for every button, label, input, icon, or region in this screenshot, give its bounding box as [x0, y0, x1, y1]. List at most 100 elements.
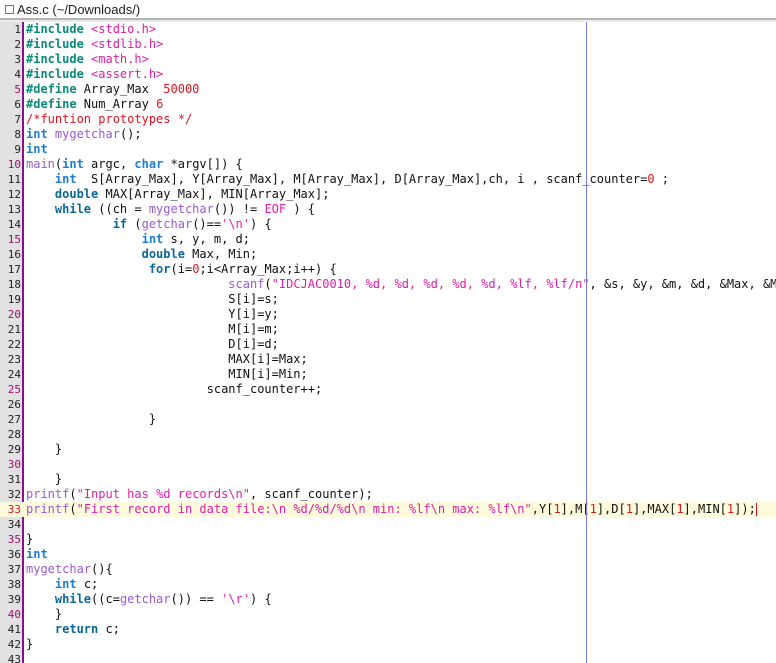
code-line[interactable]: 24 MIN[i]=Min;	[0, 367, 776, 382]
code-line[interactable]: 12 double MAX[Array_Max], MIN[Array_Max]…	[0, 187, 776, 202]
code-line[interactable]: 22 D[i]=d;	[0, 337, 776, 352]
code-line[interactable]: 7 /*funtion prototypes */	[0, 112, 776, 127]
code-text: scanf("IDCJAC0010, %d, %d, %d, %d, %d, %…	[26, 277, 776, 292]
code-token: double	[54, 187, 99, 201]
code-line[interactable]: 32 printf("Input has %d records\n", scanf…	[0, 487, 776, 502]
code-line[interactable]: 15 int s, y, m, d;	[0, 232, 776, 247]
code-line[interactable]: 38 int c;	[0, 577, 776, 592]
code-line[interactable]: 10 main(int argc, char *argv[]) {	[0, 157, 776, 172]
code-line[interactable]: 30	[0, 457, 776, 472]
code-token: (	[264, 277, 272, 291]
code-token: M[i]=m;	[26, 322, 279, 336]
code-token: s, y, m, d;	[163, 232, 250, 246]
code-line[interactable]: 17 for(i=0;i<Array_Max;i++) {	[0, 262, 776, 277]
code-text: mygetchar(){	[26, 562, 113, 577]
code-text: int s, y, m, d;	[26, 232, 250, 247]
code-editor[interactable]: 1 #include <stdio.h> 2 #include <stdlib.h> 3…	[0, 22, 776, 663]
code-token: int	[141, 232, 164, 246]
line-number: 8	[14, 128, 21, 141]
code-token: return	[54, 622, 99, 636]
code-token: "Input has %d records\n"	[76, 487, 250, 501]
code-token: ()==	[192, 217, 222, 231]
code-text: int	[26, 547, 48, 562]
code-line[interactable]: 29 }	[0, 442, 776, 457]
code-line[interactable]: 20 Y[i]=y;	[0, 307, 776, 322]
line-number: 12	[7, 188, 21, 201]
code-text: for(i=0;i<Array_Max;i++) {	[26, 262, 337, 277]
code-line[interactable]: 6 #define Num_Array 6	[0, 97, 776, 112]
code-line[interactable]: 25 scanf_counter++;	[0, 382, 776, 397]
code-line[interactable]: 43	[0, 652, 776, 663]
code-line[interactable]: 13 while ((ch = mygetchar()) != EOF ) {	[0, 202, 776, 217]
code-line[interactable]: 4 #include <assert.h>	[0, 67, 776, 82]
code-token: int	[62, 157, 84, 171]
code-text: #include <assert.h>	[26, 67, 163, 82]
line-number: 17	[7, 263, 21, 276]
line-number: 31	[7, 473, 21, 486]
code-token: (){	[91, 562, 113, 576]
code-text: }	[26, 637, 33, 652]
code-line[interactable]: 11 int S[Array_Max], Y[Array_Max], M[Arr…	[0, 172, 776, 187]
code-text: main(int argc, char *argv[]) {	[26, 157, 243, 172]
code-line[interactable]: 8 int mygetchar();	[0, 127, 776, 142]
code-line[interactable]: 42}	[0, 637, 776, 652]
code-line[interactable]: 9 int	[0, 142, 776, 157]
code-line[interactable]: 28	[0, 427, 776, 442]
code-token: char	[134, 157, 164, 171]
line-number: 30	[7, 458, 21, 471]
code-line[interactable]: 1 #include <stdio.h>	[0, 22, 776, 37]
code-line[interactable]: 33 printf("First record in data file:\n %…	[0, 502, 776, 517]
file-checkbox-icon[interactable]	[5, 4, 14, 14]
line-number: 21	[7, 323, 21, 336]
code-token: Max, Min;	[184, 247, 258, 261]
line-number: 40	[7, 608, 21, 621]
code-token: '\n'	[221, 217, 250, 231]
code-line[interactable]: 41 return c;	[0, 622, 776, 637]
code-text: int S[Array_Max], Y[Array_Max], M[Array_…	[26, 172, 669, 187]
line-number: 16	[7, 248, 21, 261]
code-token: int	[54, 172, 77, 186]
code-token: EOF	[264, 202, 287, 216]
code-token: int	[26, 127, 48, 141]
code-line[interactable]: 18 scanf("IDCJAC0010, %d, %d, %d, %d, %d…	[0, 277, 776, 292]
code-line[interactable]: 14 if (getchar()=='\n') {	[0, 217, 776, 232]
line-number: 26	[7, 398, 21, 411]
line-number: 36	[7, 548, 21, 561]
code-line[interactable]: 34	[0, 517, 776, 532]
code-line[interactable]: 31 }	[0, 472, 776, 487]
code-token: <assert.h>	[91, 67, 164, 81]
code-token: 50000	[163, 82, 200, 96]
line-number: 15	[7, 233, 21, 246]
code-line[interactable]: 5 #define Array_Max 50000	[0, 82, 776, 97]
code-text: }	[26, 442, 62, 457]
code-line[interactable]: 2 #include <stdlib.h>	[0, 37, 776, 52]
code-token: S[Array_Max], Y[Array_Max], M[Array_Max]…	[76, 172, 648, 186]
code-token: Num_Array	[76, 97, 157, 111]
code-token: }	[26, 442, 63, 456]
code-line[interactable]: 19 S[i]=s;	[0, 292, 776, 307]
code-line[interactable]: 40 }	[0, 607, 776, 622]
code-line[interactable]: 16 double Max, Min;	[0, 247, 776, 262]
line-number: 28	[7, 428, 21, 441]
code-line[interactable]: 23 MAX[i]=Max;	[0, 352, 776, 367]
code-line[interactable]: 3 #include <math.h>	[0, 52, 776, 67]
code-line[interactable]: 21 M[i]=m;	[0, 322, 776, 337]
code-line[interactable]: 27 }	[0, 412, 776, 427]
line-number: 42	[7, 638, 21, 651]
code-line[interactable]: 35}	[0, 532, 776, 547]
code-line[interactable]: 39 while((c=getchar()) == '\r') {	[0, 592, 776, 607]
code-line[interactable]: 37 mygetchar(){	[0, 562, 776, 577]
code-line[interactable]: 36 int	[0, 547, 776, 562]
code-lines[interactable]: 1 #include <stdio.h> 2 #include <stdlib.h> 3…	[0, 22, 776, 663]
code-text: int	[26, 142, 48, 157]
code-token: #include	[26, 67, 84, 81]
code-token: for	[148, 262, 171, 276]
text-cursor	[755, 503, 757, 516]
line-number: 10	[7, 158, 21, 171]
code-line[interactable]: 26	[0, 397, 776, 412]
